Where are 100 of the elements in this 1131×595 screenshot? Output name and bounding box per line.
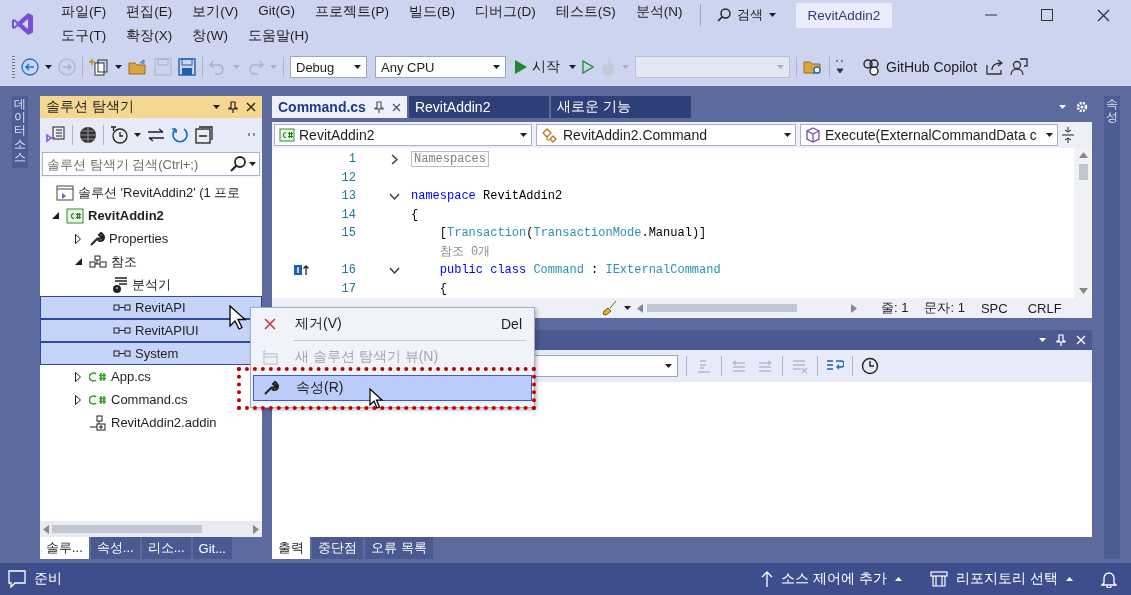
tree-item[interactable]: RevitAPI <box>40 296 262 319</box>
expanded-arrow-icon[interactable] <box>74 258 82 265</box>
scroll-left-icon[interactable] <box>43 524 49 534</box>
collapsed-arrow-icon[interactable] <box>75 371 81 382</box>
menu-item[interactable]: 디버그(D) <box>466 1 545 23</box>
tab[interactable]: 솔루... <box>40 537 89 559</box>
collapse-all-icon[interactable] <box>195 126 213 144</box>
search-button[interactable]: 검색 <box>708 3 784 27</box>
scrollbar-thumb[interactable] <box>647 304 797 312</box>
configuration-dropdown[interactable]: Debug <box>290 56 367 78</box>
caret-icon[interactable] <box>134 133 141 137</box>
caret-icon[interactable] <box>493 65 500 69</box>
tab[interactable]: 리소... <box>141 537 191 559</box>
caret-icon[interactable] <box>768 13 776 17</box>
menu-item[interactable]: 빌드(B) <box>400 1 464 23</box>
tab[interactable]: 중단점 <box>312 537 363 559</box>
tree-item[interactable]: 분석기 <box>40 273 262 296</box>
menu-item[interactable]: 도움말(H) <box>239 25 318 47</box>
implementation-marker-icon[interactable] <box>294 264 310 277</box>
startup-item-dropdown[interactable] <box>635 56 790 78</box>
scroll-right-icon[interactable] <box>851 303 857 313</box>
bell-icon[interactable] <box>1101 570 1117 588</box>
pin-icon[interactable] <box>373 101 384 113</box>
open-folder-icon[interactable] <box>128 59 148 75</box>
expand-icon[interactable] <box>390 153 398 165</box>
menu-item[interactable]: 보기(V) <box>183 1 248 23</box>
new-project-icon[interactable] <box>89 58 109 76</box>
navigation-dropdown[interactable]: RevitAddin2 <box>274 124 532 146</box>
start-button[interactable]: 시작 <box>512 56 563 78</box>
play-outline-icon[interactable] <box>582 60 594 74</box>
tree-item[interactable]: Properties <box>40 227 262 250</box>
close-icon[interactable] <box>246 102 256 112</box>
menu-item[interactable]: 확장(X) <box>117 25 182 47</box>
globe-icon[interactable] <box>79 126 97 144</box>
side-tab[interactable]: 속성 <box>1103 96 1120 559</box>
menu-item[interactable]: 도구(T) <box>52 25 116 47</box>
tab[interactable]: Command.cs <box>272 96 407 118</box>
scrollbar-thumb[interactable] <box>52 525 202 533</box>
tab[interactable]: 출력 <box>272 537 310 559</box>
scrollbar-thumb[interactable] <box>1078 164 1088 180</box>
menu-item[interactable]: 프로젝트(P) <box>306 1 398 23</box>
platform-dropdown[interactable]: Any CPU <box>375 56 506 78</box>
collapsed-arrow-icon[interactable] <box>75 394 81 405</box>
menu-item[interactable]: 창(W) <box>183 25 237 47</box>
caret-icon[interactable] <box>45 65 52 69</box>
tab[interactable]: 새로운 기능 <box>550 96 691 118</box>
split-icon[interactable] <box>1062 127 1074 143</box>
navigation-dropdown[interactable]: RevitAddin2.Command <box>536 124 796 146</box>
pin-icon[interactable] <box>228 101 238 113</box>
search-field[interactable]: 솔루션 탐색기 검색(Ctrl+;) <box>42 152 260 176</box>
caret-icon[interactable] <box>624 306 631 310</box>
tab[interactable]: Git... <box>192 537 232 559</box>
refresh-icon[interactable] <box>171 126 189 144</box>
collapse-icon[interactable] <box>388 266 400 274</box>
back-icon[interactable] <box>21 58 39 76</box>
tree-item[interactable]: 참조 <box>40 250 262 273</box>
close-icon[interactable] <box>391 102 401 112</box>
brush-icon[interactable] <box>602 300 618 316</box>
side-tab[interactable]: 데이터 소스 <box>12 96 28 168</box>
switch-views-icon[interactable] <box>46 126 66 144</box>
menu-item[interactable]: 속성(R) <box>253 375 532 401</box>
caret-icon[interactable] <box>213 105 220 109</box>
menu-item[interactable]: Git(G) <box>249 1 304 23</box>
caret-icon[interactable] <box>249 162 256 166</box>
caret-icon[interactable] <box>569 65 576 69</box>
folder-search-icon[interactable] <box>803 59 823 75</box>
caret-icon[interactable] <box>1046 133 1053 137</box>
caret-icon[interactable] <box>520 133 527 137</box>
expanded-arrow-icon[interactable] <box>51 212 59 219</box>
tree-item[interactable]: RevitAddin2 <box>40 204 262 227</box>
spacing-indicator[interactable]: SPC <box>980 300 1008 316</box>
caret-icon[interactable] <box>1066 577 1073 581</box>
menu-item[interactable]: 편집(E) <box>117 1 182 23</box>
caret-icon[interactable] <box>895 577 903 581</box>
share-icon[interactable] <box>986 59 1005 75</box>
maximize-icon[interactable] <box>1041 9 1053 21</box>
collapse-icon[interactable] <box>388 192 400 200</box>
overflow-icon[interactable] <box>836 59 844 75</box>
caret-icon[interactable] <box>1039 338 1046 342</box>
tree-item[interactable]: RevitAddin2.addin <box>40 411 262 434</box>
close-icon[interactable] <box>1096 8 1110 22</box>
clock-icon[interactable] <box>110 126 128 144</box>
caret-icon[interactable] <box>354 65 361 69</box>
navigation-dropdown[interactable]: Execute(ExternalCommandData c <box>800 124 1058 146</box>
repository-button[interactable]: 리포지토리 선택 <box>930 570 1073 588</box>
clock-icon[interactable] <box>861 357 879 375</box>
settings-icon[interactable] <box>1076 101 1088 113</box>
copilot-button[interactable]: GitHub Copilot <box>858 56 981 78</box>
source-control-button[interactable]: 소스 제어에 추가 <box>761 570 903 588</box>
feedback-icon[interactable] <box>1010 58 1029 76</box>
menu-item[interactable]: 파일(F) <box>52 1 116 23</box>
scroll-left-icon[interactable] <box>637 303 643 313</box>
menu-item[interactable]: 테스트(S) <box>546 1 625 23</box>
collapsed-arrow-icon[interactable] <box>75 233 81 244</box>
sync-arrows-icon[interactable] <box>147 128 165 142</box>
tab[interactable]: 오류 목록 <box>365 537 433 559</box>
tab[interactable]: RevitAddin2 <box>408 96 549 118</box>
save-all-icon[interactable] <box>178 58 196 76</box>
line-ending-indicator[interactable]: CRLF <box>1027 300 1062 316</box>
tree-item[interactable]: 솔루션 'RevitAddin2' (1 프로 <box>40 181 262 204</box>
